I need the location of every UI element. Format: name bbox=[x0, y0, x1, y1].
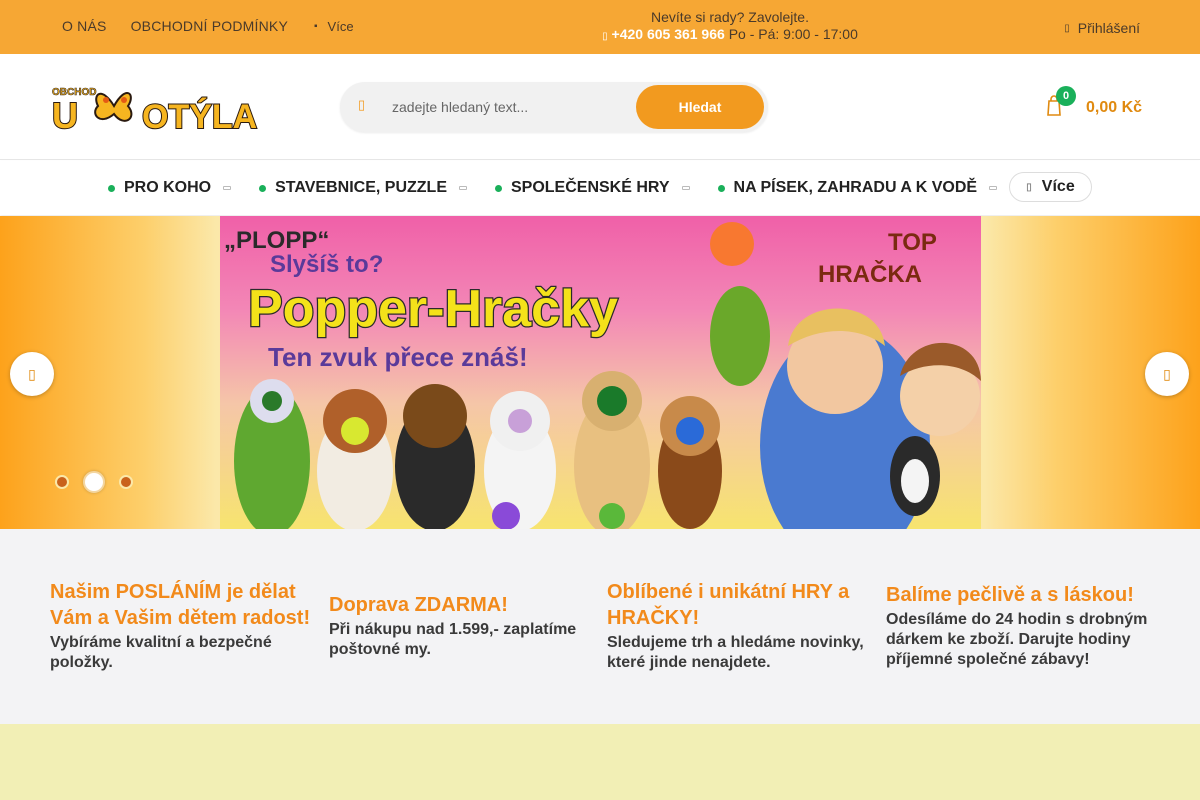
feature-text: Odesíláme do 24 hodin s drobným dárkem k… bbox=[886, 611, 1148, 668]
phone-icon: ▯ bbox=[602, 31, 608, 42]
nav-dot-icon bbox=[494, 184, 502, 192]
cart[interactable]: 0 0,00 Kč bbox=[1046, 86, 1146, 126]
nav-item-spolecenske-hry[interactable]: SPOLEČENSKÉ HRY bbox=[494, 179, 690, 197]
dropdown-icon bbox=[223, 186, 232, 190]
feature-title: Oblíbené i unikátní HRY a HRAČKY! bbox=[607, 581, 850, 629]
nav-item-label: STAVEBNICE, PUZZLE bbox=[275, 179, 447, 196]
slider-dot-2[interactable] bbox=[83, 471, 105, 493]
nav-dot-icon bbox=[108, 184, 115, 192]
main-navigation: PRO KOHO STAVEBNICE, PUZZLE SPOLEČENSKÉ … bbox=[0, 161, 1200, 215]
more-icon: ▪ bbox=[314, 20, 318, 32]
contact-line: Nevíte si rady? Zavolejte. bbox=[651, 9, 809, 25]
slider-dot-3[interactable] bbox=[119, 475, 133, 489]
slider-prev-button[interactable]: ▯ bbox=[10, 352, 54, 396]
banner-image[interactable]: „PLOPP“ Slyšíš to? Popper-Hračky Ten zvu… bbox=[220, 216, 981, 529]
feature-3: Oblíbené i unikátní HRY a HRAČKY! Sleduj… bbox=[607, 579, 872, 673]
feature-text: Při nákupu nad 1.599,- zaplatíme poštovn… bbox=[329, 621, 577, 658]
feature-title: Doprava ZDARMA! bbox=[329, 594, 508, 616]
search-input[interactable] bbox=[392, 82, 632, 132]
slider-dots bbox=[55, 471, 133, 493]
nav-dot-icon bbox=[259, 184, 267, 192]
banner-title: Popper-Hračky bbox=[248, 280, 618, 338]
top-links: O NÁS OBCHODNÍ PODMÍNKY ▪ Více bbox=[62, 18, 354, 34]
dropdown-icon bbox=[681, 186, 690, 190]
banner-top-2: HRAČKA bbox=[818, 260, 922, 288]
nav-item-label: SPOLEČENSKÉ HRY bbox=[510, 179, 670, 196]
user-icon: ▯ bbox=[1064, 22, 1070, 34]
feature-title: Balíme pečlivě a s láskou! bbox=[886, 584, 1134, 606]
login-label: Přihlášení bbox=[1077, 20, 1140, 36]
feature-1: Našim POSLÁNÍM je dělat Vám a Vašim děte… bbox=[50, 579, 315, 673]
search-bar: ▯ Hledat bbox=[340, 82, 768, 132]
chevron-right-icon: ▯ bbox=[1163, 365, 1171, 382]
top-more-button[interactable]: ▪ Více bbox=[314, 19, 354, 34]
top-link-about[interactable]: O NÁS bbox=[62, 18, 107, 34]
cart-count-badge: 0 bbox=[1056, 86, 1076, 106]
slider-next-button[interactable]: ▯ bbox=[1145, 352, 1189, 396]
children-photo bbox=[760, 308, 981, 529]
nav-more-label: Více bbox=[1041, 178, 1075, 195]
nav-item-na-pisek[interactable]: NA PÍSEK, ZAHRADU A K VODĚ bbox=[717, 179, 998, 197]
nav-item-stavebnice[interactable]: STAVEBNICE, PUZZLE bbox=[259, 179, 467, 197]
top-bar: O NÁS OBCHODNÍ PODMÍNKY ▪ Více Nevíte si… bbox=[0, 0, 1200, 54]
slider-dot-1[interactable] bbox=[55, 475, 69, 489]
phone-number[interactable]: +420 605 361 966 bbox=[612, 26, 725, 42]
feature-text: Vybíráme kvalitní a bezpečné položky. bbox=[50, 634, 272, 671]
top-link-terms[interactable]: OBCHODNÍ PODMÍNKY bbox=[131, 18, 288, 34]
feature-text: Sledujeme trh a hledáme novinky, které j… bbox=[607, 634, 864, 671]
top-more-label: Více bbox=[327, 18, 354, 34]
banner-top-1: TOP bbox=[888, 229, 937, 256]
butterfly-icon bbox=[94, 92, 133, 122]
logo-graphic: OBCHOD U OTÝLA bbox=[51, 87, 258, 137]
hero-slider: „PLOPP“ Slyšíš to? Popper-Hračky Ten zvu… bbox=[0, 216, 1200, 529]
cart-total: 0,00 Kč bbox=[1086, 99, 1143, 116]
feature-4: Balíme pečlivě a s láskou! Odesíláme do … bbox=[886, 582, 1156, 670]
dropdown-icon bbox=[989, 186, 998, 190]
banner-graphic: „PLOPP“ Slyšíš to? Popper-Hračky Ten zvu… bbox=[224, 222, 981, 529]
logo-main-text: U bbox=[52, 95, 78, 136]
search-icon: ▯ bbox=[358, 97, 366, 112]
svg-text:OTÝLA: OTÝLA bbox=[142, 98, 257, 136]
nav-dot-icon bbox=[717, 184, 725, 192]
search-button[interactable]: Hledat bbox=[636, 85, 764, 129]
chevron-left-icon: ▯ bbox=[28, 365, 36, 382]
feature-title: Našim POSLÁNÍM je dělat Vám a Vašim děte… bbox=[50, 581, 311, 629]
dropdown-icon bbox=[458, 186, 467, 190]
opening-hours: Po - Pá: 9:00 - 17:00 bbox=[728, 26, 858, 42]
features-section: Našim POSLÁNÍM je dělat Vám a Vašim děte… bbox=[0, 529, 1200, 724]
header: OBCHOD U OTÝLA ▯ Hledat 0 0,00 Kč bbox=[0, 54, 1200, 160]
nav-item-label: PRO KOHO bbox=[124, 179, 212, 196]
banner-slysis: Slyšíš to? bbox=[270, 251, 383, 278]
nav-more-button[interactable]: ▯ Více bbox=[1009, 172, 1092, 202]
login-link[interactable]: ▯ Přihlášení bbox=[1064, 20, 1140, 36]
feature-2: Doprava ZDARMA! Při nákupu nad 1.599,- z… bbox=[329, 592, 594, 660]
nav-item-label: NA PÍSEK, ZAHRADU A K VODĚ bbox=[733, 179, 978, 196]
site-logo[interactable]: OBCHOD U OTÝLA bbox=[50, 80, 282, 138]
banner-subtitle: Ten zvuk přece znáš! bbox=[268, 342, 528, 372]
banner-plopp: „PLOPP“ bbox=[224, 227, 329, 254]
nav-item-pro-koho[interactable]: PRO KOHO bbox=[108, 179, 232, 197]
bottom-section bbox=[0, 724, 1200, 800]
menu-icon: ▯ bbox=[1026, 181, 1032, 193]
contact-info: Nevíte si rady? Zavolejte. ▯ +420 605 36… bbox=[560, 9, 900, 45]
